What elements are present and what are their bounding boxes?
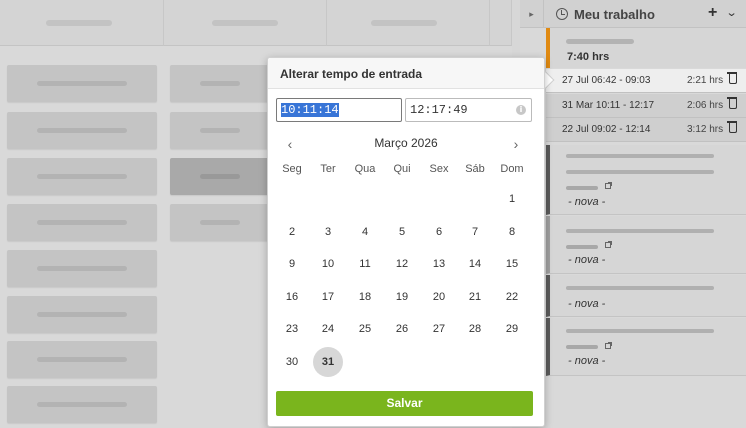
- task-card[interactable]: [7, 65, 157, 102]
- collapse-panel-button[interactable]: ▸: [520, 0, 544, 28]
- calendar-day[interactable]: 17: [313, 282, 343, 312]
- panel-menu-chevron-icon[interactable]: ⌄: [726, 5, 738, 21]
- calendar-day[interactable]: 18: [350, 282, 380, 312]
- task-card[interactable]: [7, 158, 157, 195]
- calendar-day[interactable]: 3: [313, 217, 343, 247]
- calendar-day[interactable]: 27: [424, 314, 454, 344]
- task-card[interactable]: [7, 112, 157, 149]
- calendar-day[interactable]: 30: [277, 347, 307, 377]
- calendar-day[interactable]: 19: [387, 282, 417, 312]
- work-task[interactable]: - nova -: [546, 318, 746, 376]
- calendar-day[interactable]: 14: [460, 249, 490, 279]
- calendar-day[interactable]: 5: [387, 217, 417, 247]
- external-link-icon[interactable]: [605, 342, 612, 349]
- task-card[interactable]: [7, 204, 157, 241]
- panel-title: Meu trabalho: [574, 6, 655, 22]
- calendar-day[interactable]: 22: [497, 282, 527, 312]
- time-entry[interactable]: 27 Jul 06:42 - 09:03 2:21 hrs: [546, 69, 746, 93]
- calendar-day[interactable]: 9: [277, 249, 307, 279]
- trash-icon[interactable]: [727, 121, 737, 133]
- info-icon[interactable]: i: [516, 105, 526, 115]
- work-task[interactable]: - nova -: [546, 216, 746, 274]
- task-card[interactable]: [7, 341, 157, 378]
- trash-icon[interactable]: [727, 97, 737, 109]
- end-time-value: 12:17:49: [410, 103, 468, 117]
- task-card[interactable]: [7, 386, 157, 423]
- time-entry[interactable]: 31 Mar 10:11 - 12:17 2:06 hrs: [546, 94, 746, 118]
- start-time-input[interactable]: 10:11:14: [276, 98, 402, 122]
- weekday-header: Ter: [320, 163, 336, 175]
- column-header: [164, 0, 327, 46]
- time-entry-range: 22 Jul 09:02 - 12:14: [562, 124, 651, 135]
- popup-title: Alterar tempo de entrada: [280, 67, 423, 81]
- calendar-day[interactable]: 31: [313, 347, 343, 377]
- column-header: [0, 0, 164, 46]
- calendar-day[interactable]: 20: [424, 282, 454, 312]
- weekday-header: Sex: [429, 163, 449, 175]
- calendar-day[interactable]: 12: [387, 249, 417, 279]
- column-header: [327, 0, 490, 46]
- calendar-day[interactable]: 29: [497, 314, 527, 344]
- time-entry-duration: 2:06 hrs: [687, 100, 724, 111]
- start-time-value: 10:11:14: [281, 103, 339, 117]
- calendar-day[interactable]: 7: [460, 217, 490, 247]
- my-work-panel: ▸ Meu trabalho + ⌄ 7:40 hrs 27 Jul 06:42…: [520, 0, 746, 428]
- calendar-day[interactable]: 1: [497, 184, 527, 214]
- weekday-header: Dom: [500, 163, 524, 175]
- time-entry-range: 27 Jul 06:42 - 09:03: [562, 75, 651, 86]
- weekday-header: Qua: [354, 163, 376, 175]
- edit-time-popup: Alterar tempo de entrada 10:11:14 12:17:…: [267, 57, 545, 427]
- task-label: - nova -: [568, 355, 606, 367]
- calendar-day[interactable]: 11: [350, 249, 380, 279]
- clock-icon: [556, 8, 568, 20]
- task-label: - nova -: [568, 254, 606, 266]
- work-task[interactable]: - nova -: [546, 275, 746, 317]
- time-entry-duration: 3:12 hrs: [687, 124, 724, 135]
- calendar-day[interactable]: 25: [350, 314, 380, 344]
- calendar-day[interactable]: 10: [313, 249, 343, 279]
- calendar-day[interactable]: 4: [350, 217, 380, 247]
- trash-icon[interactable]: [727, 72, 737, 84]
- task-label: - nova -: [568, 298, 606, 310]
- task-card[interactable]: [170, 158, 270, 195]
- next-month-button[interactable]: ›: [508, 136, 524, 152]
- calendar-day[interactable]: 16: [277, 282, 307, 312]
- total-hours: 7:40 hrs: [567, 51, 610, 63]
- calendar-day[interactable]: 24: [313, 314, 343, 344]
- task-card[interactable]: [170, 65, 270, 102]
- end-time-input[interactable]: 12:17:49 i: [405, 98, 532, 122]
- popup-header: Alterar tempo de entrada: [268, 58, 544, 89]
- calendar-day[interactable]: 8: [497, 217, 527, 247]
- external-link-icon[interactable]: [605, 241, 612, 248]
- calendar-day[interactable]: 28: [460, 314, 490, 344]
- task-card[interactable]: [7, 296, 157, 333]
- calendar-day[interactable]: 23: [277, 314, 307, 344]
- weekday-header: Seg: [282, 163, 302, 175]
- work-task[interactable]: - nova -: [546, 145, 746, 215]
- caret-right-icon: ▸: [529, 8, 534, 19]
- save-button[interactable]: Salvar: [276, 391, 533, 416]
- time-entry-range: 31 Mar 10:11 - 12:17: [562, 100, 655, 111]
- calendar-day[interactable]: 26: [387, 314, 417, 344]
- weekday-header: Sáb: [465, 163, 485, 175]
- task-card[interactable]: [170, 112, 270, 149]
- weekday-header: Qui: [393, 163, 411, 175]
- panel-header: ▸ Meu trabalho + ⌄: [520, 0, 746, 28]
- month-label: Março 2026: [374, 136, 438, 150]
- active-work-item[interactable]: 7:40 hrs: [546, 28, 746, 68]
- calendar-day[interactable]: 15: [497, 249, 527, 279]
- calendar-day[interactable]: 6: [424, 217, 454, 247]
- calendar-day[interactable]: 2: [277, 217, 307, 247]
- task-card[interactable]: [7, 250, 157, 287]
- add-entry-button[interactable]: +: [708, 4, 717, 22]
- external-link-icon[interactable]: [605, 182, 612, 189]
- column-header: [490, 0, 512, 46]
- task-label: - nova -: [568, 196, 606, 208]
- time-entry[interactable]: 22 Jul 09:02 - 12:14 3:12 hrs: [546, 118, 746, 142]
- calendar-day[interactable]: 13: [424, 249, 454, 279]
- time-entry-duration: 2:21 hrs: [687, 75, 724, 86]
- calendar-day[interactable]: 21: [460, 282, 490, 312]
- task-card[interactable]: [170, 204, 270, 241]
